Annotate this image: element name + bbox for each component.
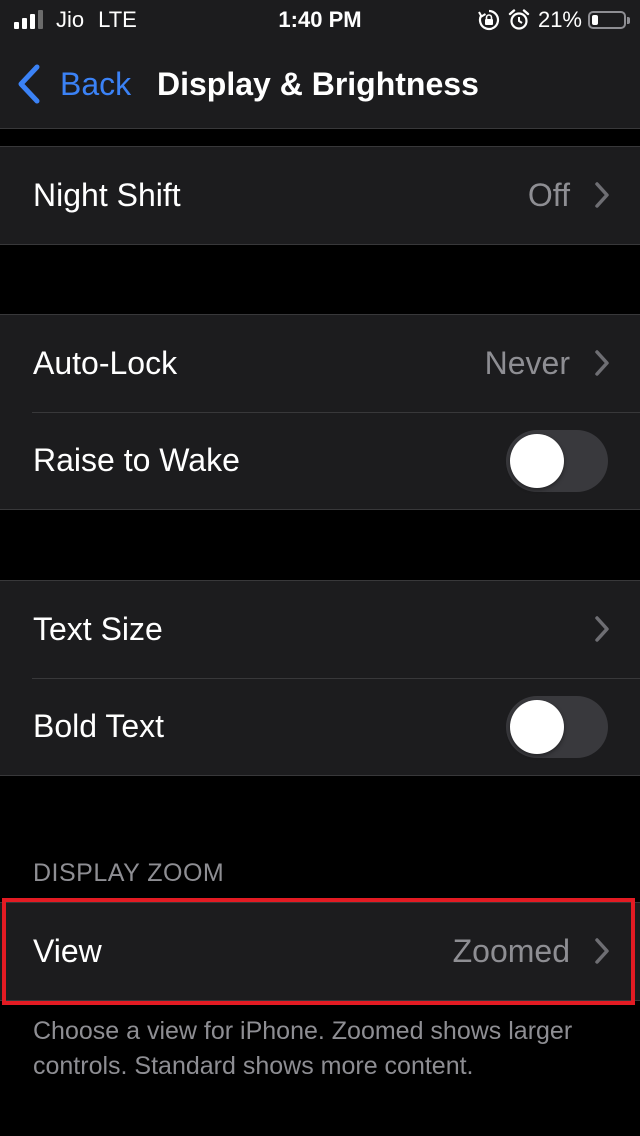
auto-lock-label: Auto-Lock — [33, 345, 178, 381]
page-title: Display & Brightness — [157, 66, 479, 102]
settings-screen: Jio LTE 1:40 PM 21% Back Display & Brigh… — [0, 0, 640, 1136]
status-right: 21% — [478, 7, 630, 32]
night-shift-label: Night Shift — [33, 177, 181, 213]
navigation-bar: Back Display & Brightness — [0, 40, 640, 129]
bold-text-label: Bold Text — [33, 708, 165, 744]
text-size-label: Text Size — [33, 611, 163, 647]
bold-text-row: Bold Text — [0, 678, 640, 775]
battery-icon — [588, 11, 630, 29]
chevron-right-icon — [595, 350, 609, 376]
rotation-lock-icon — [478, 9, 500, 31]
view-label: View — [33, 933, 102, 969]
text-size-row[interactable]: Text Size — [0, 581, 640, 678]
toggle-knob — [510, 700, 564, 754]
chevron-left-icon — [18, 64, 40, 104]
auto-lock-value: Never — [484, 345, 570, 381]
display-zoom-header: DISPLAY ZOOM — [33, 859, 225, 887]
view-value: Zoomed — [452, 933, 570, 969]
battery-percent: 21% — [537, 7, 582, 32]
auto-lock-row[interactable]: Auto-Lock Never — [0, 315, 640, 412]
back-label: Back — [60, 66, 132, 102]
alarm-icon — [508, 9, 530, 30]
raise-to-wake-label: Raise to Wake — [33, 442, 240, 478]
raise-to-wake-row: Raise to Wake — [0, 412, 640, 509]
display-zoom-group: View Zoomed — [0, 902, 640, 1001]
status-bar: Jio LTE 1:40 PM 21% — [0, 0, 640, 40]
chevron-right-icon — [595, 182, 609, 208]
toggle-knob — [510, 434, 564, 488]
night-shift-row[interactable]: Night Shift Off — [0, 147, 640, 244]
bold-text-toggle[interactable] — [506, 696, 608, 758]
chevron-right-icon — [595, 616, 609, 642]
text-group: Text Size Bold Text — [0, 580, 640, 776]
view-row[interactable]: View Zoomed — [0, 903, 640, 1000]
night-shift-group: Night Shift Off — [0, 146, 640, 245]
raise-to-wake-toggle[interactable] — [506, 430, 608, 492]
chevron-right-icon — [595, 938, 609, 964]
lock-group: Auto-Lock Never Raise to Wake — [0, 314, 640, 510]
display-zoom-footer: Choose a view for iPhone. Zoomed shows l… — [33, 1017, 573, 1080]
back-button[interactable]: Back — [16, 60, 131, 108]
night-shift-value: Off — [527, 177, 570, 213]
